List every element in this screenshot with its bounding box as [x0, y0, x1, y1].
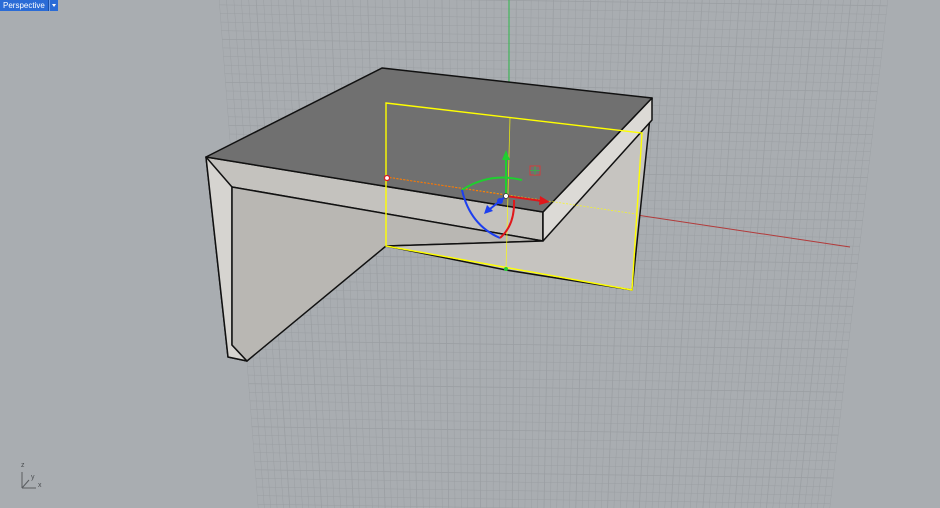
axis-z-label: z: [21, 462, 25, 469]
grid-line: [219, 12, 888, 24]
grid-line: [219, 331, 888, 342]
axis-y-label: y: [31, 474, 35, 481]
grid-line: [219, 30, 888, 41]
grid-line: [219, 425, 888, 437]
grid-line: [219, 494, 888, 506]
grid-line: [219, 503, 888, 508]
gizmo-center[interactable]: [503, 193, 509, 199]
grid-line: [219, 399, 888, 411]
grid-line: [219, 348, 888, 359]
grid-line: [219, 4, 888, 15]
grid-line: [632, 0, 658, 508]
grid-line: [219, 417, 888, 428]
grid-line: [728, 0, 770, 508]
grid-line: [219, 0, 888, 7]
3d-scene[interactable]: [0, 0, 940, 508]
grid-line: [677, 0, 710, 508]
scale-blue-handle[interactable]: [497, 198, 503, 204]
control-point-left[interactable]: [383, 174, 391, 182]
grid-line: [683, 0, 718, 508]
viewport-name-label[interactable]: Perspective: [0, 0, 49, 11]
grid-line: [219, 47, 888, 58]
grid-line: [219, 382, 888, 394]
chevron-down-icon[interactable]: [48, 0, 58, 11]
grid-line: [740, 0, 785, 508]
grid-line: [219, 365, 888, 377]
grid-line: [823, 0, 881, 508]
grid-line: [638, 0, 666, 508]
grid-line: [219, 451, 888, 463]
grid-line: [219, 55, 888, 67]
grid-line: [664, 0, 695, 508]
table-solid[interactable]: [205, 67, 653, 362]
axis-x-label: x: [38, 482, 42, 489]
grid-line: [219, 442, 888, 454]
grid-line: [219, 374, 888, 385]
grid-line: [219, 21, 888, 33]
perspective-viewport[interactable]: Perspective z y x: [0, 0, 940, 508]
viewport-title-tab[interactable]: Perspective: [0, 0, 58, 11]
grid-line: [219, 313, 888, 325]
grid-line: [689, 0, 725, 508]
grid-line: [219, 460, 888, 471]
grid-line: [658, 0, 688, 508]
control-point-bottom[interactable]: [504, 267, 508, 271]
grid-line: [696, 0, 733, 508]
grid-line: [817, 0, 874, 508]
grid-line: [645, 0, 673, 508]
grid-line: [219, 391, 888, 402]
grid-line: [702, 0, 740, 508]
grid-line: [219, 485, 888, 497]
grid-line: [219, 356, 888, 368]
grid-line: [829, 0, 888, 508]
grid-line: [219, 64, 888, 76]
grid-line: [219, 468, 888, 480]
